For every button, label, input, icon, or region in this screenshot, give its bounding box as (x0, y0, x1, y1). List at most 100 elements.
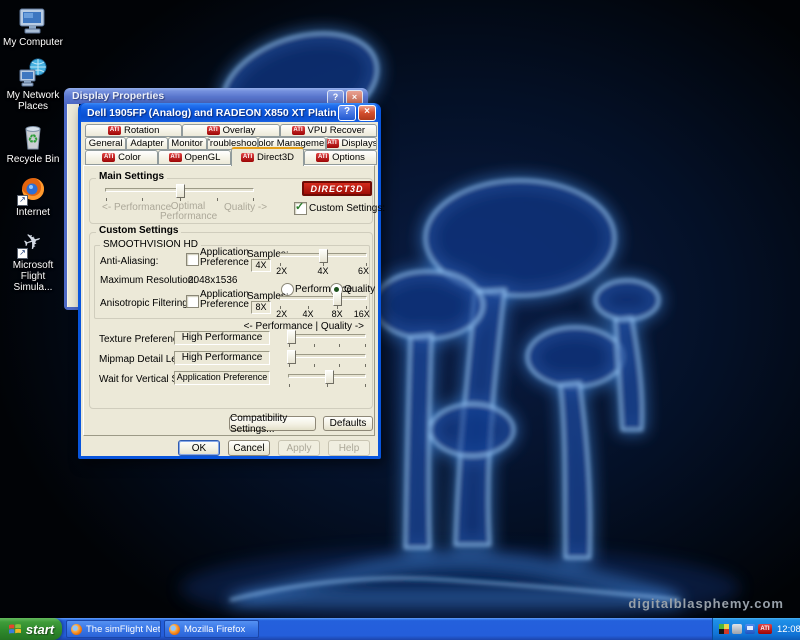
tab-vpu-recover[interactable]: ATIVPU Recover (280, 124, 377, 137)
tab-opengl[interactable]: ATIOpenGL (158, 150, 231, 165)
tab-label: Adapter (130, 138, 163, 149)
quad-color-tray-icon[interactable] (719, 624, 729, 634)
tab-monitor[interactable]: Monitor (168, 137, 207, 150)
slider-thumb[interactable] (319, 249, 328, 263)
anti-aliasing-label: Anti-Aliasing: (100, 256, 158, 267)
aa-samples-value: 4X (251, 259, 271, 272)
desktop-icon-label: Microsoft Flight Simula... (2, 260, 64, 293)
compatibility-settings-button[interactable]: Compatibility Settings... (229, 416, 316, 431)
aa-samples-slider[interactable]: 2X 4X 6X (279, 249, 367, 277)
tab-adapter[interactable]: Adapter (126, 137, 167, 150)
smoothvision-fieldset: SMOOTHVISION HD Anti-Aliasing: Applicati… (94, 245, 370, 319)
tab-rotation[interactable]: ATIRotation (85, 124, 182, 137)
display-properties-window-titlebar[interactable]: Display Properties ? × (64, 88, 368, 104)
slider-thumb[interactable] (287, 350, 296, 364)
tab-label: Monitor (171, 138, 203, 149)
tab-overlay[interactable]: ATIOverlay (182, 124, 279, 137)
tab-label: OpenGL (185, 152, 221, 163)
ati-icon: ATI (241, 153, 254, 162)
ati-icon: ATI (326, 139, 339, 148)
help-button[interactable]: Help (328, 440, 370, 456)
ati-tray-icon[interactable]: ATI (758, 624, 772, 634)
tab-label: Displays (342, 138, 377, 149)
custom-settings-checkbox[interactable]: ✓ (294, 202, 307, 215)
texture-preference-value: High Performance (174, 331, 270, 345)
task-button-label: Mozilla Firefox (184, 624, 245, 635)
tick-label: 2X (276, 266, 287, 276)
texture-preference-slider[interactable] (288, 330, 366, 350)
desktop-icon-label: My Computer (3, 37, 63, 48)
task-button-simflight[interactable]: The simFlight Networ... (66, 620, 161, 638)
af-samples-value: 8X (251, 301, 271, 314)
start-button[interactable]: start (0, 618, 62, 640)
desktop-icon-label: Internet (16, 207, 50, 218)
tab-direct3d[interactable]: ATIDirect3D (231, 147, 304, 166)
tab-displays[interactable]: ATIDisplays (326, 137, 377, 150)
ati-icon: ATI (108, 126, 121, 135)
help-button[interactable]: ? (338, 105, 356, 121)
desktop-icon-flight-simulator[interactable]: ✈ ↗ Microsoft Flight Simula... (1, 227, 65, 293)
tab-color[interactable]: ATIColor (85, 150, 158, 165)
mipmap-detail-value: High Performance (174, 351, 270, 365)
max-resolution-label: Maximum Resolution: (100, 275, 196, 286)
my-computer-icon (17, 4, 49, 36)
direct3d-logo: DIRECT3D (302, 181, 372, 196)
tab-row-1: ATIRotation ATIOverlay ATIVPU Recover (85, 124, 377, 137)
tab-label: General (89, 138, 123, 149)
airplane-icon: ✈ ↗ (17, 227, 49, 259)
firefox-icon (169, 624, 180, 635)
check-icon: ✓ (295, 200, 304, 213)
tab-label: Overlay (223, 125, 256, 136)
mipmap-detail-slider[interactable] (288, 350, 366, 370)
display-properties-title: Display Properties (72, 90, 164, 102)
shortcut-arrow-icon: ↗ (17, 195, 28, 206)
tick-label: 4X (303, 309, 314, 319)
af-application-preference-checkbox[interactable] (186, 295, 199, 308)
anisotropic-filtering-label: Anisotropic Filtering: (100, 298, 191, 309)
desktop-icon-recycle-bin[interactable]: ♻ Recycle Bin (1, 121, 65, 165)
task-button-label: The simFlight Networ... (86, 624, 161, 635)
tab-label: Options (332, 152, 365, 163)
ati-icon: ATI (102, 153, 115, 162)
optimal-performance-label: Optimal Performance (160, 202, 216, 222)
ati-icon: ATI (169, 153, 182, 162)
recycle-bin-icon: ♻ (17, 121, 49, 153)
desktop-icon-my-network-places[interactable]: My Network Places (1, 57, 65, 112)
device-tray-icon[interactable] (732, 624, 742, 634)
slider-thumb[interactable] (176, 184, 185, 198)
desktop-icon-label: My Network Places (2, 90, 64, 112)
slider-thumb[interactable] (287, 330, 296, 344)
slider-thumb[interactable] (333, 292, 342, 306)
start-button-label: start (26, 622, 54, 637)
tick-label: 8X (332, 309, 343, 319)
slider-thumb[interactable] (325, 370, 334, 384)
tab-options[interactable]: ATIOptions (304, 150, 377, 165)
taskbar-tasks: The simFlight Networ... Mozilla Firefox (66, 620, 259, 638)
display-properties-window-edge (64, 104, 78, 310)
radeon-properties-dialog: Dell 1905FP (Analog) and RADEON X850 XT … (78, 103, 381, 459)
af-samples-slider[interactable]: 2X 4X 8X 16X (279, 292, 367, 318)
aa-application-preference-checkbox[interactable] (186, 253, 199, 266)
apply-button[interactable]: Apply (278, 440, 320, 456)
quality-label: Quality -> (224, 202, 267, 213)
dialog-titlebar[interactable]: Dell 1905FP (Analog) and RADEON X850 XT … (81, 103, 378, 122)
custom-settings-group-label: Custom Settings (96, 225, 181, 236)
vsync-slider[interactable] (288, 370, 366, 390)
ok-button[interactable]: OK (178, 440, 220, 456)
task-button-firefox[interactable]: Mozilla Firefox (164, 620, 259, 638)
taskbar-clock[interactable]: 12:08 AM (777, 624, 800, 635)
tab-general[interactable]: General (85, 137, 126, 150)
svg-text:♻: ♻ (28, 132, 39, 146)
close-icon[interactable]: × (358, 105, 376, 121)
ati-icon: ATI (316, 153, 329, 162)
desktop-icon-my-computer[interactable]: My Computer (1, 4, 65, 48)
ati-icon: ATI (207, 126, 220, 135)
max-resolution-value: 2048x1536 (188, 275, 238, 286)
defaults-button[interactable]: Defaults (323, 416, 373, 431)
windows-logo-icon (8, 622, 22, 636)
cancel-button[interactable]: Cancel (228, 440, 270, 456)
display-tray-icon[interactable] (745, 624, 755, 634)
desktop-icon-internet[interactable]: ↗ Internet (1, 174, 65, 218)
custom-settings-group: Custom Settings SMOOTHVISION HD Anti-Ali… (89, 232, 373, 409)
main-settings-group: Main Settings <- Performance Optimal Per… (89, 178, 373, 224)
